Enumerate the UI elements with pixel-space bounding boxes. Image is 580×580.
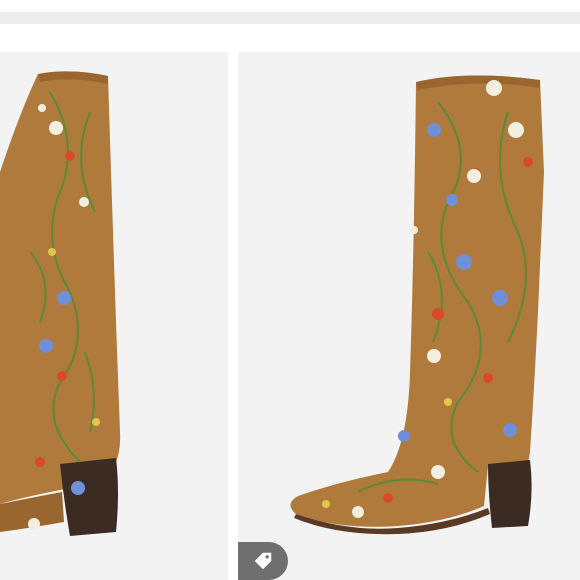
top-gray-bar [0,12,580,24]
panel-divider [228,52,238,580]
photo-panel-right [238,52,580,580]
photo-panel-left [0,52,228,580]
price-tag-icon [254,552,272,570]
top-strip [0,0,580,30]
boot-image-side [290,75,544,535]
boot-image-rear [0,71,121,536]
tag-badge[interactable] [238,542,288,580]
